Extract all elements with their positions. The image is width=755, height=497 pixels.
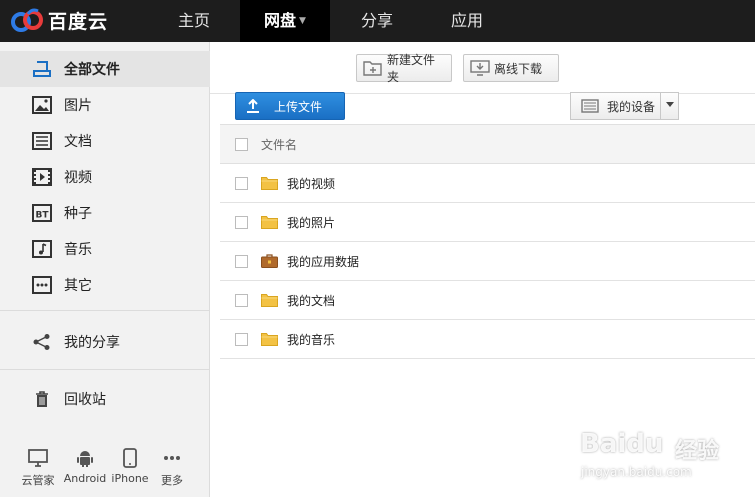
nav-home[interactable]: 主页	[160, 0, 228, 42]
bt-torrent-icon: BT	[32, 203, 52, 223]
device-label: 更多	[161, 474, 183, 487]
file-name[interactable]: 我的音乐	[287, 331, 335, 348]
sidebar-item-label: 文档	[64, 134, 92, 150]
sidebar-item-torrents[interactable]: BT 种子	[0, 195, 210, 231]
watermark-url: jingyan.baidu.com	[581, 465, 692, 479]
share-icon	[32, 332, 52, 352]
file-name[interactable]: 我的应用数据	[287, 253, 359, 270]
video-icon	[32, 167, 52, 187]
more-dots-icon	[32, 275, 52, 295]
baidu-jingyan-watermark: Baidu 经验 jingyan.baidu.com	[575, 415, 755, 497]
row-checkbox[interactable]	[235, 215, 248, 229]
more-icon	[148, 447, 196, 469]
row-checkbox[interactable]	[235, 254, 248, 268]
device-label: Android	[63, 472, 107, 485]
monitor-icon	[14, 447, 62, 469]
device-label: iPhone	[111, 472, 149, 485]
sidebar-item-label: 音乐	[64, 242, 92, 258]
briefcase-folder-icon	[261, 254, 278, 268]
file-name[interactable]: 我的照片	[287, 214, 335, 231]
file-row[interactable]: 我的照片	[220, 203, 755, 242]
folder-icon	[261, 293, 278, 307]
all-files-icon	[32, 59, 52, 79]
button-label: 新建文件夹	[387, 53, 436, 84]
file-row[interactable]: 我的视频	[220, 164, 755, 203]
file-name[interactable]: 我的视频	[287, 175, 335, 192]
file-list-header: 文件名	[220, 124, 755, 164]
sidebar-item-other[interactable]: 其它	[0, 267, 210, 303]
sidebar-item-label: 全部文件	[64, 62, 120, 78]
sidebar-item-recycle-bin[interactable]: 回收站	[0, 381, 210, 417]
sidebar-item-music[interactable]: 音乐	[0, 231, 210, 267]
offline-download-button[interactable]: 离线下载	[463, 54, 559, 82]
folder-icon	[261, 215, 278, 229]
sidebar-item-images[interactable]: 图片	[0, 87, 210, 123]
nav-netdisk[interactable]: 网盘 ▼	[240, 0, 330, 42]
sidebar-item-videos[interactable]: 视频	[0, 159, 210, 195]
watermark-suffix: 经验	[675, 439, 720, 464]
sidebar-divider	[0, 310, 210, 311]
folder-icon	[261, 332, 278, 346]
file-name[interactable]: 我的文档	[287, 292, 335, 309]
chevron-down-icon[interactable]	[666, 102, 674, 107]
phone-icon	[106, 447, 154, 469]
device-more[interactable]: 更多	[148, 447, 196, 488]
image-icon	[32, 95, 52, 115]
file-row[interactable]: 我的音乐	[220, 320, 755, 359]
trash-icon	[32, 389, 52, 409]
dropdown-label: 我的设备	[607, 99, 656, 114]
svg-text:BT: BT	[36, 211, 50, 221]
upload-file-button[interactable]: 上传文件	[235, 92, 345, 120]
row-checkbox[interactable]	[235, 293, 248, 307]
device-android[interactable]: Android	[61, 447, 109, 485]
new-folder-icon	[363, 60, 383, 76]
select-all-checkbox[interactable]	[235, 137, 248, 151]
baidu-cloud-logo[interactable]: 百度云	[8, 4, 108, 36]
sidebar-item-label: 图片	[64, 98, 92, 114]
music-icon	[32, 239, 52, 259]
sidebar-item-label: 回收站	[64, 392, 106, 408]
top-navigation-bar: 百度云 主页 网盘 ▼ 分享 应用	[0, 0, 755, 42]
nav-share[interactable]: 分享	[345, 0, 409, 42]
device-iphone[interactable]: iPhone	[106, 447, 154, 485]
row-checkbox[interactable]	[235, 176, 248, 190]
sidebar-item-all-files[interactable]: 全部文件	[0, 51, 210, 87]
button-label: 上传文件	[274, 99, 323, 114]
column-header-filename[interactable]: 文件名	[261, 136, 297, 153]
my-devices-dropdown[interactable]: 我的设备	[570, 92, 679, 120]
row-checkbox[interactable]	[235, 332, 248, 346]
device-list-icon	[581, 99, 599, 113]
sidebar-item-label: 视频	[64, 170, 92, 186]
sidebar-divider	[0, 369, 210, 370]
sidebar-item-label: 其它	[64, 278, 92, 294]
sidebar: 全部文件 图片 文档 视频 BT 种子 音乐 其它 我的分享 回收站 云管家 A…	[0, 42, 210, 497]
sidebar-item-label: 我的分享	[64, 335, 120, 351]
android-icon	[61, 447, 109, 469]
file-row[interactable]: 我的文档	[220, 281, 755, 320]
file-row[interactable]: 我的应用数据	[220, 242, 755, 281]
folder-icon	[261, 176, 278, 190]
chevron-down-icon: ▼	[299, 16, 306, 26]
device-pc-manager[interactable]: 云管家	[14, 447, 62, 488]
upload-icon	[246, 99, 260, 113]
document-icon	[32, 131, 52, 151]
device-label: 云管家	[21, 474, 55, 487]
sidebar-item-label: 种子	[64, 206, 92, 222]
sidebar-item-documents[interactable]: 文档	[0, 123, 210, 159]
watermark-brand: Baidu	[580, 429, 664, 459]
button-label: 离线下载	[494, 61, 543, 76]
dropdown-divider	[660, 93, 661, 119]
cloud-logo-icon	[8, 5, 46, 35]
sidebar-item-my-share[interactable]: 我的分享	[0, 324, 210, 360]
nav-apps[interactable]: 应用	[435, 0, 499, 42]
download-icon	[470, 60, 490, 76]
new-folder-button[interactable]: 新建文件夹	[356, 53, 452, 84]
logo-text: 百度云	[48, 10, 109, 33]
